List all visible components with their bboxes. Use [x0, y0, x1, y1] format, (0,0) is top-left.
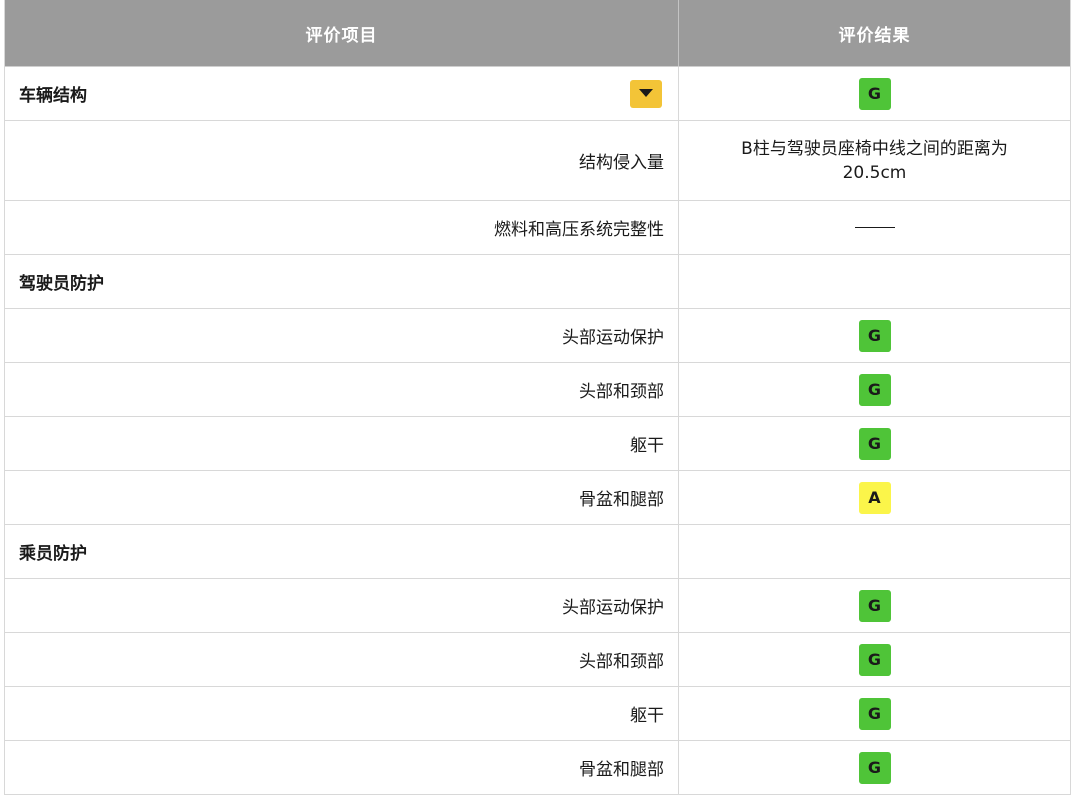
chevron-down-icon: [639, 89, 653, 97]
table-row: 骨盆和腿部 A: [5, 471, 1070, 525]
section-passenger-protection: 乘员防护: [5, 525, 1070, 579]
section-driver-protection: 驾驶员防护: [5, 255, 1070, 309]
table-row: 头部运动保护 G: [5, 579, 1070, 633]
header-item-cell: 评价项目: [5, 0, 679, 66]
not-applicable-dash: [854, 227, 895, 228]
row-label: 骨盆和腿部: [579, 490, 664, 510]
rating-badge: G: [858, 77, 891, 110]
header-result-cell: 评价结果: [679, 0, 1070, 66]
header-item-label: 评价项目: [305, 25, 378, 46]
result-text: B柱与驾驶员座椅中线之间的距离为 20.5cm: [710, 137, 1040, 185]
rating-badge: G: [858, 751, 891, 784]
section-title: 车辆结构: [19, 86, 87, 106]
row-label: 头部和颈部: [579, 382, 664, 402]
table-row: 结构侵入量 B柱与驾驶员座椅中线之间的距离为 20.5cm: [5, 121, 1070, 201]
row-label: 头部运动保护: [562, 598, 664, 618]
row-label: 燃料和高压系统完整性: [494, 220, 664, 240]
section-title: 驾驶员防护: [19, 274, 104, 294]
table-row: 头部和颈部 G: [5, 363, 1070, 417]
table-header: 评价项目 评价结果: [5, 0, 1070, 67]
rating-badge: G: [858, 643, 891, 676]
result-text-line2: 20.5cm: [842, 162, 907, 183]
section-result-cell: G: [679, 67, 1070, 120]
rating-badge: G: [858, 589, 891, 622]
header-result-label: 评价结果: [838, 25, 911, 46]
rating-badge: G: [858, 319, 891, 352]
table-row: 躯干 G: [5, 417, 1070, 471]
table-row: 躯干 G: [5, 687, 1070, 741]
section-title: 乘员防护: [19, 544, 87, 564]
collapse-toggle-button[interactable]: [630, 79, 662, 108]
row-label: 躯干: [630, 436, 664, 456]
rating-badge: G: [858, 373, 891, 406]
result-text-line1: B柱与驾驶员座椅中线之间的距离为: [741, 138, 1008, 159]
row-label: 骨盆和腿部: [579, 760, 664, 780]
section-vehicle-structure[interactable]: 车辆结构 G: [5, 67, 1070, 121]
section-title-cell: 车辆结构: [5, 67, 679, 120]
rating-badge: G: [858, 427, 891, 460]
table-row: 头部和颈部 G: [5, 633, 1070, 687]
table-row: 头部运动保护 G: [5, 309, 1070, 363]
row-label: 头部和颈部: [579, 652, 664, 672]
table-row: 骨盆和腿部 G: [5, 741, 1070, 795]
table-row: 燃料和高压系统完整性: [5, 201, 1070, 255]
row-label: 头部运动保护: [562, 328, 664, 348]
row-label: 结构侵入量: [579, 153, 664, 173]
rating-badge: G: [858, 697, 891, 730]
row-label: 躯干: [630, 706, 664, 726]
rating-badge: A: [858, 481, 891, 514]
rating-table: 评价项目 评价结果 车辆结构 G 结构侵入量 B柱与驾驶员座椅中线之间的距离为 …: [4, 0, 1071, 795]
